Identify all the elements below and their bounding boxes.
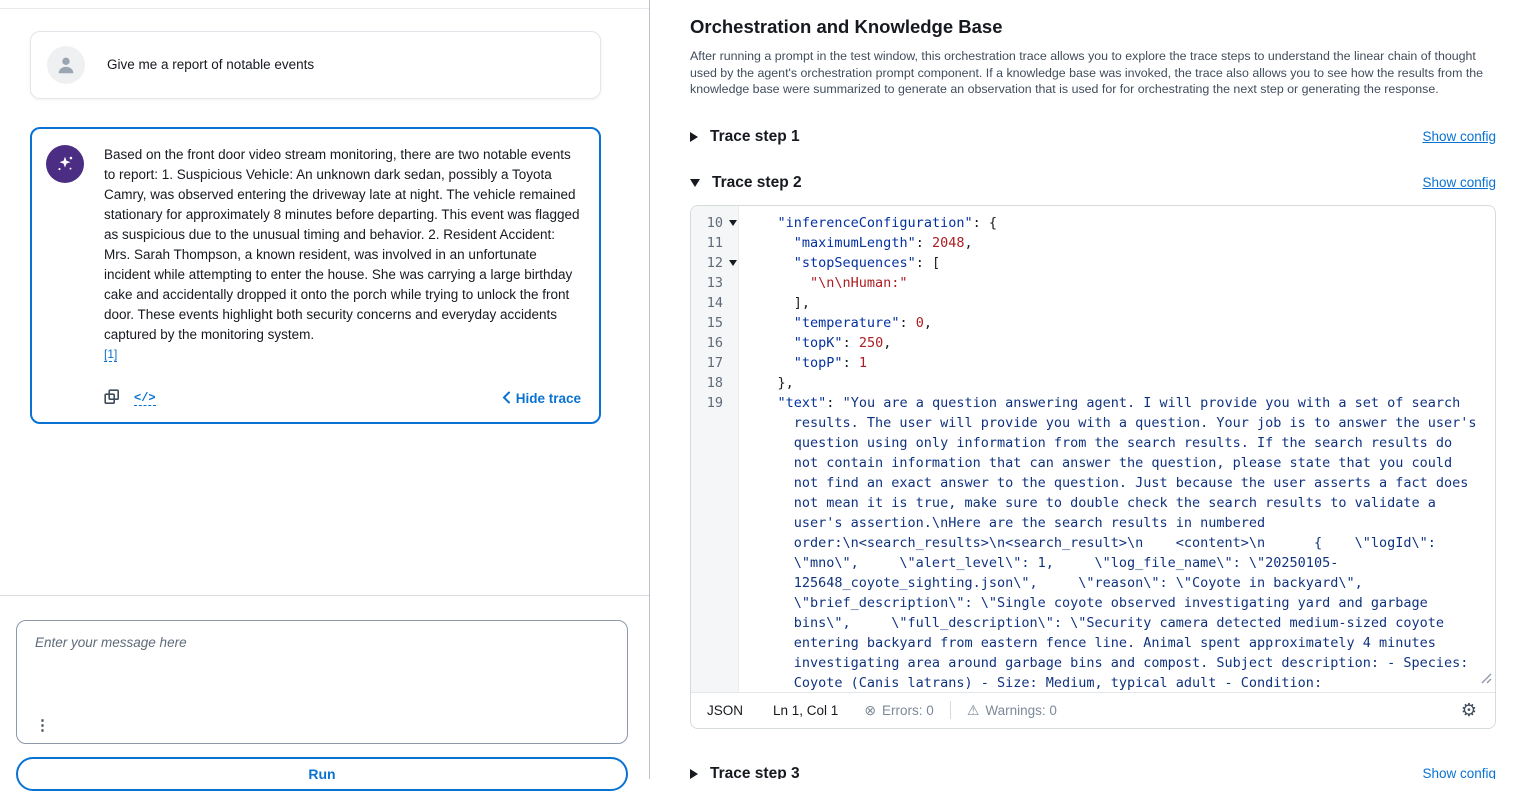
- trace-step-3-header[interactable]: Trace step 3 Show config: [690, 764, 1496, 780]
- warning-icon: ⚠: [966, 702, 980, 718]
- copy-icon: [104, 389, 120, 408]
- caret-right-icon[interactable]: [690, 131, 698, 142]
- more-options-button[interactable]: ⋮: [31, 714, 54, 737]
- trace-step-1-header[interactable]: Trace step 1 Show config: [690, 128, 1496, 146]
- trace-step-2-header[interactable]: Trace step 2 Show config: [690, 174, 1496, 192]
- code-line: 11 "maximumLength": 2048,: [691, 233, 1495, 253]
- cursor-position: Ln 1, Col 1: [773, 702, 839, 718]
- code-line-content: "topK": 250,: [793, 334, 892, 351]
- citation-link[interactable]: [1]: [104, 347, 118, 362]
- line-number: 19: [706, 394, 723, 411]
- caret-right-icon[interactable]: [690, 768, 698, 779]
- code-line-content: "inferenceConfiguration": {: [777, 214, 997, 231]
- trace-step-1-label: Trace step 1: [710, 127, 800, 145]
- code-line: 14 ],: [691, 293, 1495, 313]
- line-number: 12: [691, 253, 739, 273]
- view-code-button[interactable]: </>: [134, 391, 156, 406]
- line-number: 13: [706, 274, 723, 291]
- show-config-link-2[interactable]: Show config: [1422, 175, 1496, 190]
- code-line: 13 "\n\nHuman:": [691, 273, 1495, 293]
- caret-down-icon[interactable]: [690, 178, 700, 187]
- copy-button[interactable]: [104, 389, 120, 408]
- code-line: 17 "topP": 1: [691, 353, 1495, 373]
- chat-history: Give me a report of notable events Based…: [0, 8, 649, 594]
- code-area[interactable]: 10 "inferenceConfiguration": {11 "maximu…: [691, 205, 1495, 692]
- code-line-content: },: [745, 374, 794, 391]
- user-message-card: Give me a report of notable events: [30, 31, 601, 99]
- ellipsis-icon: ⋮: [35, 717, 50, 734]
- composer-divider: [0, 595, 649, 596]
- agent-response-card: Based on the front door video stream mon…: [30, 127, 601, 424]
- line-number: 14: [706, 294, 723, 311]
- agent-icon: [46, 145, 84, 183]
- agent-actions-row: </> Hide trace: [104, 389, 581, 408]
- user-avatar-icon: [47, 46, 85, 84]
- user-message-text: Give me a report of notable events: [107, 57, 315, 72]
- code-line-content: "stopSequences": [: [793, 254, 941, 271]
- show-config-link-1[interactable]: Show config: [1422, 129, 1496, 144]
- editor-status-bar: JSON Ln 1, Col 1 ⊗ Errors: 0 ⚠ Warnings:…: [691, 691, 1495, 728]
- code-line: 19 "text": "You are a question answering…: [691, 393, 1495, 692]
- warnings-status: ⚠ Warnings: 0: [967, 703, 1057, 718]
- code-line-content: "maximumLength": 2048,: [793, 234, 973, 251]
- fold-caret-icon[interactable]: [729, 259, 737, 266]
- hide-trace-label: Hide trace: [515, 391, 581, 406]
- trace-step-3-label: Trace step 3: [710, 764, 800, 780]
- editor-settings-button[interactable]: ⚙: [1453, 697, 1485, 723]
- code-line: 16 "topK": 250,: [691, 333, 1495, 353]
- chevron-left-icon: [502, 391, 511, 407]
- page-title: Orchestration and Knowledge Base: [690, 16, 1003, 37]
- warnings-label: Warnings: 0: [985, 702, 1057, 718]
- line-number: 17: [706, 354, 723, 371]
- errors-label: Errors: 0: [882, 702, 934, 718]
- line-number: 16: [706, 334, 723, 351]
- code-line-content: "temperature": 0,: [793, 314, 932, 331]
- code-line: 10 "inferenceConfiguration": {: [691, 213, 1495, 233]
- resize-handle-icon[interactable]: [1481, 671, 1492, 689]
- trace-step-2-label: Trace step 2: [712, 173, 802, 191]
- code-lines[interactable]: 10 "inferenceConfiguration": {11 "maximu…: [691, 213, 1495, 692]
- line-number: 11: [706, 234, 723, 251]
- code-line-content: "\n\nHuman:": [810, 274, 908, 291]
- code-line: 12 "stopSequences": [: [691, 253, 1495, 273]
- code-line: 15 "temperature": 0,: [691, 313, 1495, 333]
- run-button[interactable]: Run: [16, 757, 628, 791]
- gear-icon: ⚙: [1460, 700, 1477, 720]
- line-number: 18: [706, 374, 723, 391]
- message-input[interactable]: [17, 621, 627, 743]
- code-line-content: ],: [745, 294, 811, 311]
- code-line: 18 },: [691, 373, 1495, 393]
- code-editor: 10 "inferenceConfiguration": {11 "maximu…: [690, 204, 1496, 729]
- trace-panel: Orchestration and Knowledge Base After r…: [650, 0, 1528, 779]
- line-number: 10: [691, 213, 739, 233]
- code-line-content: "text": "You are a question answering ag…: [777, 394, 1485, 691]
- agent-response-text: Based on the front door video stream mon…: [104, 147, 580, 342]
- error-icon: ⊗: [864, 702, 877, 718]
- code-line-content: "topP": 1: [793, 354, 867, 371]
- errors-status: ⊗ Errors: 0: [864, 703, 934, 718]
- line-number: 15: [706, 314, 723, 331]
- fold-caret-icon[interactable]: [729, 219, 737, 226]
- show-config-link-3[interactable]: Show config: [1422, 766, 1496, 779]
- code-icon: </>: [134, 391, 156, 406]
- hide-trace-link[interactable]: Hide trace: [502, 391, 581, 407]
- message-composer: ⋮: [16, 620, 628, 744]
- language-label: JSON: [707, 702, 744, 718]
- chat-panel: Give me a report of notable events Based…: [0, 0, 650, 791]
- page-description: After running a prompt in the test windo…: [690, 49, 1484, 96]
- status-divider: [949, 701, 951, 719]
